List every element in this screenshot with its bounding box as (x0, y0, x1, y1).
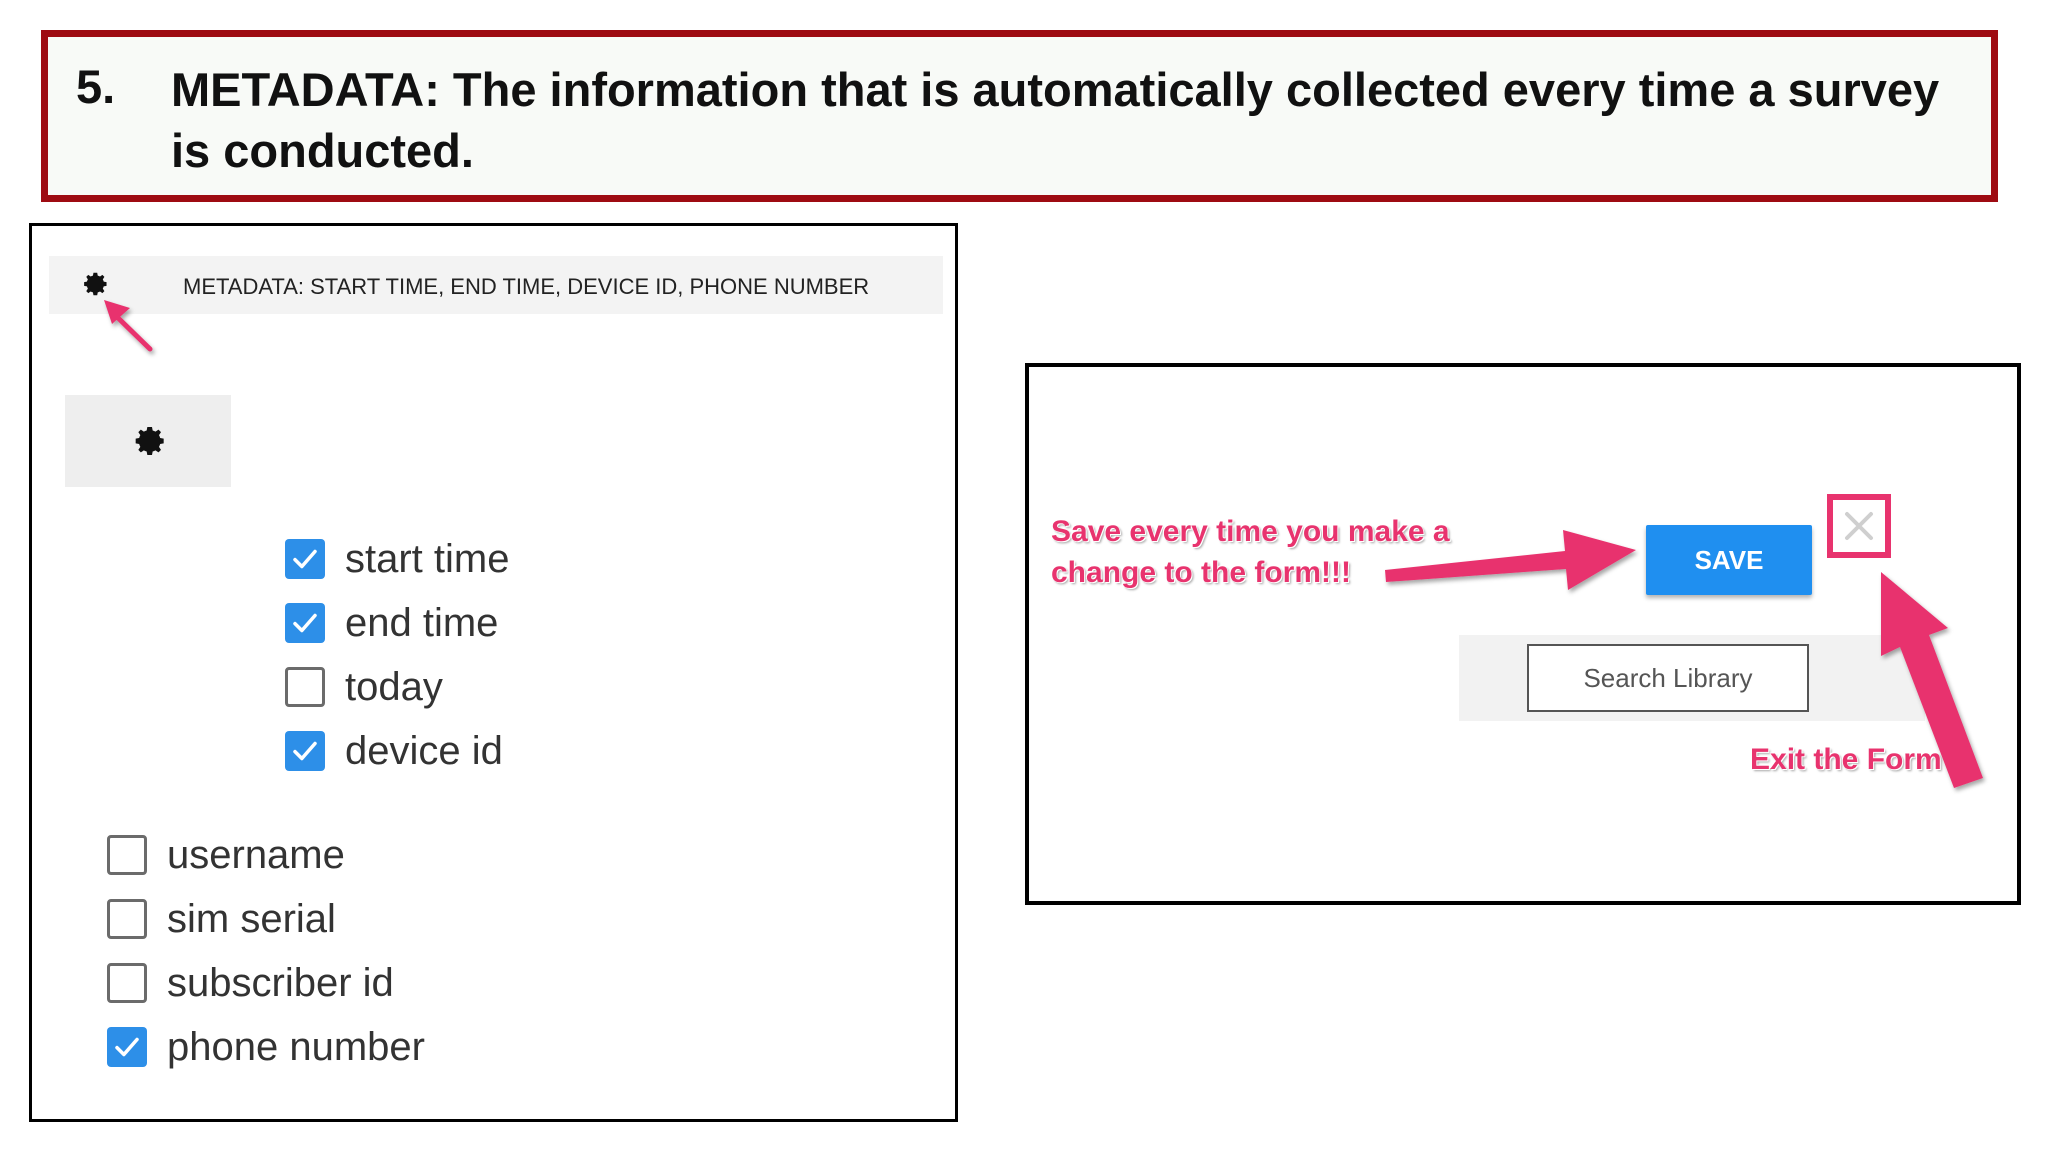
arrow-icon (1881, 572, 1983, 788)
annotation-arrows (104, 300, 1983, 788)
arrow-icon (1385, 530, 1636, 590)
arrow-icon (104, 300, 153, 352)
